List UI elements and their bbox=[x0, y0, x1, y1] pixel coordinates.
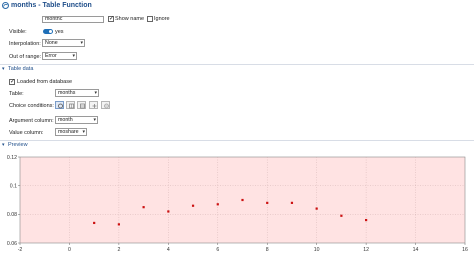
visible-toggle[interactable] bbox=[43, 29, 53, 34]
data-point bbox=[93, 221, 96, 225]
interpolation-value: None bbox=[45, 40, 58, 46]
chevron-down-icon: ▾ bbox=[94, 90, 97, 96]
choice-add-button[interactable] bbox=[89, 101, 98, 109]
data-point bbox=[266, 201, 269, 204]
name-input[interactable]: monthc bbox=[42, 16, 104, 23]
x-tick-label: 8 bbox=[266, 247, 269, 253]
choice-grid-button[interactable] bbox=[66, 101, 75, 109]
x-tick-label: 16 bbox=[462, 247, 468, 253]
preview-section-header[interactable]: Preview bbox=[8, 142, 28, 148]
x-tick-label: 6 bbox=[216, 247, 219, 253]
x-tick-label: 14 bbox=[413, 247, 419, 253]
value-column-select[interactable]: moshare ▾ bbox=[55, 128, 87, 136]
data-point bbox=[216, 203, 219, 206]
out-of-range-select[interactable]: Error ▾ bbox=[42, 52, 77, 60]
table-function-icon bbox=[2, 2, 9, 9]
ignore-checkbox[interactable] bbox=[147, 16, 153, 22]
x-tick-label: 2 bbox=[117, 247, 120, 253]
table-data-section-header[interactable]: Table data bbox=[8, 66, 33, 72]
y-tick-label: 0.08 bbox=[7, 212, 17, 218]
choice-remove-button[interactable] bbox=[101, 101, 110, 109]
data-point bbox=[191, 204, 195, 207]
show-name-checkbox[interactable] bbox=[108, 15, 114, 22]
interpolation-select[interactable]: None ▾ bbox=[42, 39, 85, 47]
title-bar: months - Table Function bbox=[0, 0, 474, 12]
data-point bbox=[167, 210, 170, 213]
argument-column-select[interactable]: month ▾ bbox=[55, 116, 98, 124]
chevron-down-icon: ▾ bbox=[93, 117, 96, 123]
collapse-arrow-icon[interactable]: ▾ bbox=[2, 142, 5, 148]
data-point bbox=[340, 214, 343, 217]
ignore-label: Ignore bbox=[154, 16, 170, 22]
loaded-from-database-label: Loaded from database bbox=[17, 79, 73, 85]
choice-conditions-label: Choice conditions: bbox=[9, 103, 54, 109]
section-divider bbox=[0, 140, 474, 141]
data-point bbox=[315, 207, 318, 210]
y-tick-label: 0.06 bbox=[7, 241, 17, 247]
toggle-knob bbox=[49, 30, 52, 33]
out-of-range-value: Error bbox=[45, 53, 57, 59]
data-point bbox=[290, 201, 294, 204]
chevron-down-icon: ▾ bbox=[80, 40, 83, 46]
data-point bbox=[142, 206, 145, 209]
x-tick-label: 4 bbox=[167, 247, 170, 253]
data-point bbox=[117, 223, 120, 226]
remove-icon bbox=[104, 103, 109, 109]
interpolation-label: Interpolation: bbox=[9, 41, 41, 47]
value-column-label: Value column: bbox=[9, 130, 44, 136]
table-label: Table: bbox=[9, 91, 24, 97]
data-point bbox=[365, 218, 368, 222]
window-title: months - Table Function bbox=[11, 2, 92, 9]
argument-column-value: month bbox=[58, 117, 73, 123]
show-name-label: Show name bbox=[115, 16, 145, 22]
x-tick-label: 12 bbox=[363, 247, 369, 253]
plus-icon bbox=[92, 104, 97, 108]
y-tick-label: 0.12 bbox=[7, 155, 17, 161]
preview-chart: -2 0 2 4 6 8 10 12 14 16 0.12 0.1 0.08 0.06 bbox=[7, 155, 468, 253]
visible-label: Visible: bbox=[9, 29, 27, 35]
x-tick-label: 0 bbox=[68, 247, 71, 253]
collapse-arrow-icon[interactable]: ▾ bbox=[2, 66, 5, 72]
choice-table-button[interactable] bbox=[77, 101, 86, 109]
section-divider bbox=[0, 64, 474, 65]
argument-column-label: Argument column: bbox=[9, 118, 54, 124]
x-tick-label: -2 bbox=[18, 247, 23, 253]
table-icon bbox=[80, 103, 85, 109]
table-value: months bbox=[58, 90, 76, 96]
chevron-down-icon: ▾ bbox=[82, 129, 85, 135]
data-point bbox=[241, 198, 244, 202]
visible-value: yes bbox=[55, 29, 64, 35]
chevron-down-icon: ▾ bbox=[72, 53, 75, 59]
loaded-from-database-checkbox[interactable] bbox=[9, 78, 15, 85]
circle-icon bbox=[58, 103, 63, 109]
x-tick-label: 10 bbox=[314, 247, 320, 253]
value-column-value: moshare bbox=[58, 129, 79, 135]
table-select[interactable]: months ▾ bbox=[55, 89, 99, 97]
grid-icon bbox=[69, 103, 74, 109]
out-of-range-label: Out of range: bbox=[9, 54, 42, 60]
choice-circle-button[interactable] bbox=[55, 101, 64, 109]
y-tick-label: 0.1 bbox=[10, 183, 17, 189]
